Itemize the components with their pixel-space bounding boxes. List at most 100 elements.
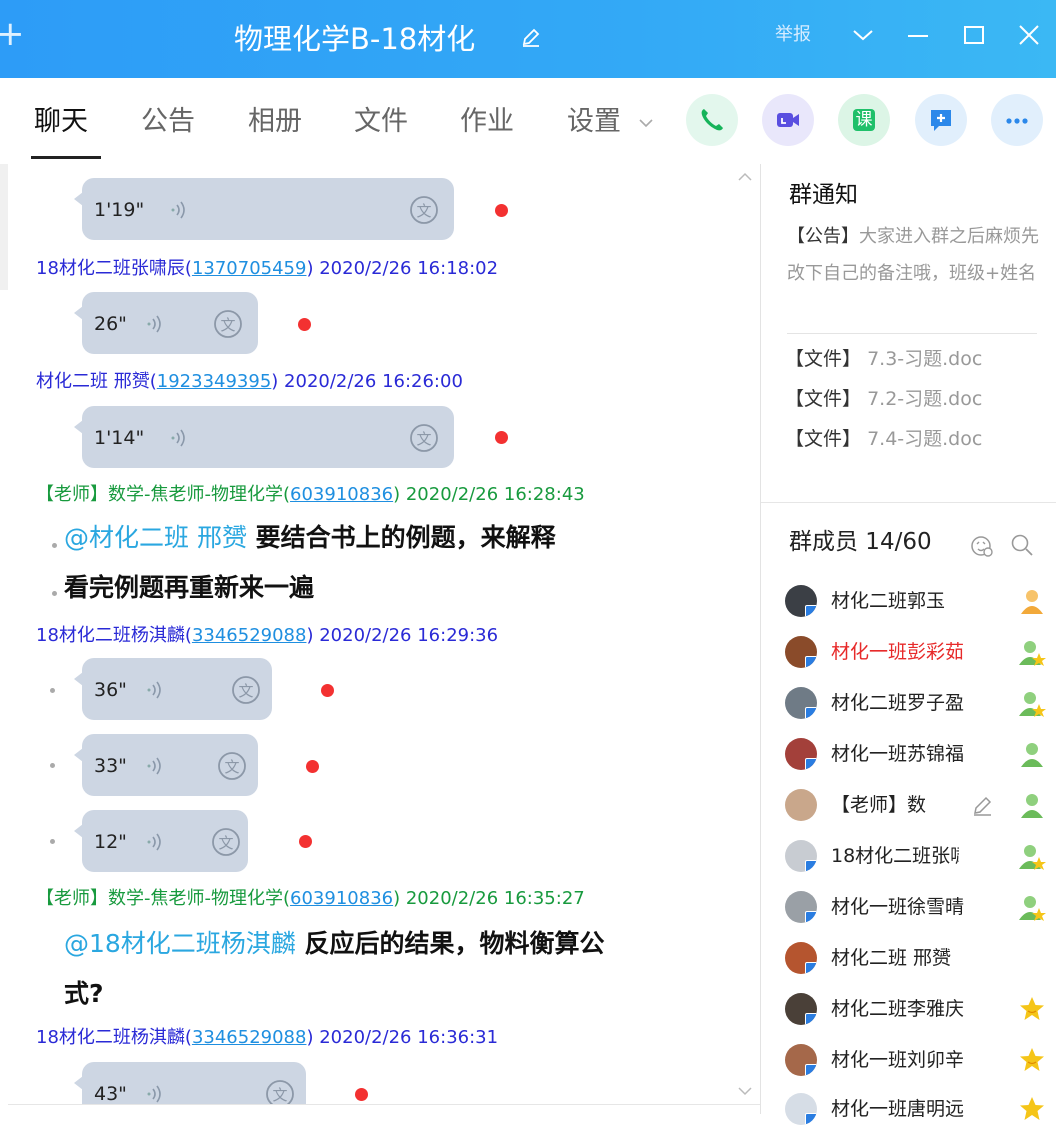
voice-duration: 36" xyxy=(94,679,127,701)
video-button[interactable] xyxy=(762,94,814,146)
tab-files[interactable]: 文件 xyxy=(354,102,408,142)
sender-qq-link[interactable]: 1923349395 xyxy=(157,371,272,392)
sender-qq-link[interactable]: 603910836 xyxy=(290,484,393,505)
member-item[interactable]: 材化一班彭彩茹 xyxy=(785,633,1055,673)
report-button[interactable]: 举报 xyxy=(775,22,811,48)
settings-chevron-down-icon[interactable] xyxy=(638,118,654,128)
avatar xyxy=(785,993,817,1025)
voice-to-text-icon[interactable]: 文 xyxy=(262,1076,298,1104)
chat-message-list[interactable]: 1'19" 文 18材化二班张啸辰(1370705459) 2020/2/26 … xyxy=(8,164,760,1104)
text-message[interactable]: @18材化二班杨淇麟 反应后的结果，物料衡算公 xyxy=(64,926,605,962)
active-tab-underline xyxy=(31,156,101,159)
member-filter-icon[interactable] xyxy=(969,533,995,559)
maximize-icon[interactable] xyxy=(957,18,991,52)
member-search-icon[interactable] xyxy=(1009,532,1035,558)
voice-duration: 43" xyxy=(94,1083,127,1104)
svg-text:文: 文 xyxy=(224,758,239,776)
close-icon[interactable] xyxy=(1012,18,1046,52)
course-button[interactable]: 课 xyxy=(838,94,890,146)
file-item[interactable]: 【文件】 7.2-习题.doc xyxy=(785,386,982,412)
voice-wave-icon xyxy=(171,201,185,219)
voice-duration: 1'14" xyxy=(94,427,145,449)
voice-to-text-icon[interactable]: 文 xyxy=(210,306,246,342)
avatar xyxy=(785,585,817,617)
voice-to-text-icon[interactable]: 文 xyxy=(214,748,250,784)
minimize-icon[interactable] xyxy=(901,18,935,52)
add-app-button[interactable] xyxy=(915,94,967,146)
edit-title-icon[interactable] xyxy=(520,26,542,48)
avatar xyxy=(785,942,817,974)
scroll-up-icon[interactable] xyxy=(738,172,752,182)
edit-nickname-icon[interactable] xyxy=(971,794,995,818)
voice-to-text-icon[interactable]: 文 xyxy=(228,672,264,708)
text-message-line[interactable]: 看完例题再重新来一遍 xyxy=(64,570,314,606)
unread-dot xyxy=(495,204,508,217)
member-item[interactable]: 18材化二班张啸辰 xyxy=(785,837,1055,877)
admin-role-icon xyxy=(1019,641,1046,666)
group-side-panel: 群通知 【公告】大家进入群之后麻烦先改下自己的备注哦，班级+姓名 【文件】 7.… xyxy=(761,164,1056,1125)
avatar xyxy=(785,1093,817,1125)
file-item[interactable]: 【文件】 7.4-习题.doc xyxy=(785,426,982,452)
voice-wave-icon xyxy=(147,1085,161,1103)
star-role-icon xyxy=(1020,1097,1044,1120)
voice-message[interactable]: 12" 文 xyxy=(74,810,248,872)
member-item[interactable]: 材化二班郭玉 xyxy=(785,582,1055,622)
svg-text:文: 文 xyxy=(416,430,431,448)
member-item[interactable]: 材化二班罗子盈 xyxy=(785,684,1055,724)
voice-message[interactable]: 26" 文 xyxy=(74,292,258,354)
svg-text:文: 文 xyxy=(218,834,233,852)
message-sender: 【老师】数学-焦老师-物理化学(603910836) 2020/2/26 16:… xyxy=(36,888,585,909)
voice-message[interactable]: 1'19" 文 xyxy=(74,178,454,240)
member-item[interactable]: 材化一班刘卯辛 xyxy=(785,1041,1055,1081)
bullet xyxy=(50,763,55,768)
more-button[interactable] xyxy=(991,94,1043,146)
course-icon-label: 课 xyxy=(855,110,873,130)
voice-to-text-icon[interactable]: 文 xyxy=(406,420,442,456)
announcement-text[interactable]: 【公告】大家进入群之后麻烦先改下自己的备注哦，班级+姓名 xyxy=(787,218,1047,292)
avatar xyxy=(785,687,817,719)
chevron-down-icon[interactable] xyxy=(846,18,880,52)
voice-wave-icon xyxy=(147,315,161,333)
member-item[interactable]: 材化二班李雅庆 xyxy=(785,990,1055,1030)
phone-button[interactable] xyxy=(686,94,738,146)
voice-duration: 1'19" xyxy=(94,199,145,221)
avatar xyxy=(785,840,817,872)
mention[interactable]: @材化二班 邢赟 xyxy=(64,523,247,552)
tab-chat[interactable]: 聊天 xyxy=(34,102,88,142)
svg-text:文: 文 xyxy=(416,202,431,220)
voice-message[interactable]: 33" 文 xyxy=(74,734,258,796)
tab-album[interactable]: 相册 xyxy=(248,102,302,142)
left-sidebar-edge xyxy=(0,164,8,290)
message-sender: 18材化二班张啸辰(1370705459) 2020/2/26 16:18:02 xyxy=(36,258,499,279)
file-item[interactable]: 【文件】 7.3-习题.doc xyxy=(785,346,982,372)
tab-announcement[interactable]: 公告 xyxy=(141,102,195,142)
notice-divider xyxy=(787,333,1037,334)
message-sender: 18材化二班杨淇麟(3346529088) 2020/2/26 16:29:36 xyxy=(36,625,499,646)
voice-duration: 26" xyxy=(94,313,127,335)
voice-message[interactable]: 43" 文 xyxy=(74,1062,306,1104)
voice-message[interactable]: 36" 文 xyxy=(74,658,272,720)
bullet xyxy=(50,839,55,844)
text-message[interactable]: @材化二班 邢赟 要结合书上的例题，来解释 xyxy=(64,520,556,556)
sender-qq-link[interactable]: 3346529088 xyxy=(192,1027,307,1048)
section-divider xyxy=(761,502,1056,503)
member-role-icon xyxy=(1021,743,1043,767)
text-message-line[interactable]: 式? xyxy=(64,976,104,1012)
voice-to-text-icon[interactable]: 文 xyxy=(208,824,244,860)
tab-settings[interactable]: 设置 xyxy=(567,102,621,142)
member-item[interactable]: 材化二班 邢赟 xyxy=(785,939,1055,979)
voice-message[interactable]: 1'14" 文 xyxy=(74,406,454,468)
tab-homework[interactable]: 作业 xyxy=(460,102,514,142)
member-item[interactable]: 【老师】数 xyxy=(785,786,1055,826)
plus-icon[interactable]: + xyxy=(0,14,25,54)
sender-qq-link[interactable]: 3346529088 xyxy=(192,625,307,646)
voice-to-text-icon[interactable]: 文 xyxy=(406,192,442,228)
mention[interactable]: @18材化二班杨淇麟 xyxy=(64,929,296,958)
member-item[interactable]: 材化一班苏锦福 xyxy=(785,735,1055,775)
member-item[interactable]: 材化一班唐明远 xyxy=(785,1090,1055,1130)
member-item[interactable]: 材化一班徐雪晴 xyxy=(785,888,1055,928)
sender-qq-link[interactable]: 603910836 xyxy=(290,888,393,909)
bullet xyxy=(52,591,57,596)
sender-qq-link[interactable]: 1370705459 xyxy=(192,258,307,279)
scroll-down-icon[interactable] xyxy=(738,1086,752,1096)
